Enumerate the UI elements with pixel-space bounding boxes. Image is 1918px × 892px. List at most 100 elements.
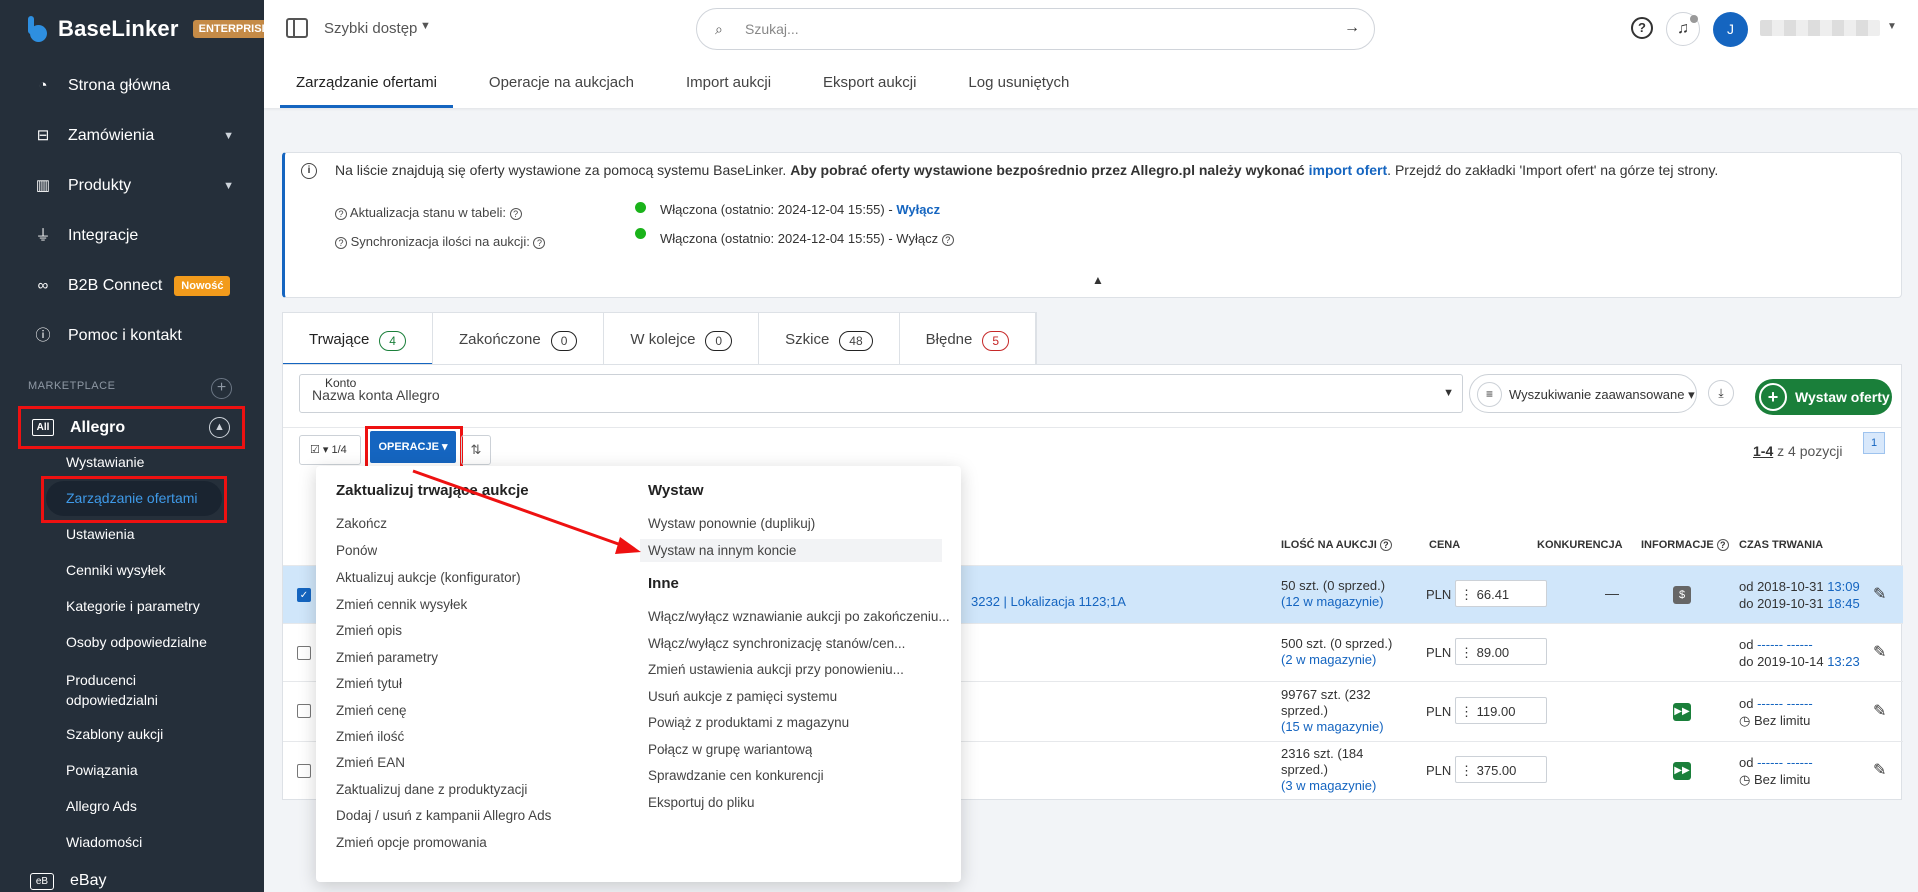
tab-auction-operations[interactable]: Operacje na aukcjach <box>473 74 650 108</box>
arrow-right-icon[interactable]: → <box>1344 19 1360 37</box>
price-input[interactable]: ⋮ 375.00 <box>1455 756 1547 783</box>
sidebar-subitem[interactable]: Wiadomości <box>66 834 142 850</box>
pager-range[interactable]: 1-4 <box>1753 443 1773 459</box>
chevron-down-icon[interactable]: ▼ <box>420 20 431 32</box>
sidebar-subitem[interactable]: Osoby odpowiedzialne <box>66 634 207 650</box>
menu-item[interactable]: Aktualizuj aukcje (konfigurator) <box>336 570 521 585</box>
row-checkbox[interactable] <box>297 646 311 660</box>
price-input[interactable]: ⋮ 89.00 <box>1455 638 1547 665</box>
sidebar-subitem-active[interactable]: Zarządzanie ofertami <box>46 481 222 516</box>
header-competition[interactable]: KONKURENCJA <box>1537 539 1623 551</box>
sidebar-toggle-icon[interactable] <box>286 18 308 38</box>
account-select[interactable]: Konto Nazwa konta Allegro ▼ <box>299 374 1463 413</box>
menu-item[interactable]: Włącz/wyłącz wznawianie aukcji po zakońc… <box>648 609 950 624</box>
import-link[interactable]: import ofert <box>1309 162 1388 178</box>
bell-icon[interactable]: ♫ <box>1666 12 1700 46</box>
location-link[interactable]: 3232 | Lokalizacja 1123;1A <box>971 594 1126 609</box>
menu-item[interactable]: Zmień tytuł <box>336 676 402 691</box>
tab-drafts[interactable]: Szkice 48 <box>759 313 900 365</box>
tab-errors[interactable]: Błędne 5 <box>900 313 1037 365</box>
tab-manage-offers[interactable]: Zarządzanie ofertami <box>280 74 453 108</box>
menu-item[interactable]: Usuń aukcje z pamięci systemu <box>648 689 837 704</box>
menu-item[interactable]: Zmień opis <box>336 623 402 638</box>
row-checkbox[interactable] <box>297 764 311 778</box>
sidebar-item-orders[interactable]: ⊟ Zamówienia ▼ <box>34 121 234 151</box>
tab-queue[interactable]: W kolejce 0 <box>604 313 760 365</box>
menu-item[interactable]: Dodaj / usuń z kampanii Allegro Ads <box>336 808 551 823</box>
logo[interactable]: BaseLinker ENTERPRISE <box>24 16 275 42</box>
sidebar-subitem[interactable]: Cenniki wysyłek <box>66 562 166 578</box>
help-icon[interactable]: ? <box>335 207 347 220</box>
edit-icon[interactable]: ✎ <box>1873 642 1886 662</box>
quick-access[interactable]: Szybki dostęp <box>324 20 417 37</box>
price-input[interactable]: ⋮ 66.41 <box>1455 580 1547 607</box>
menu-item[interactable]: Zmień cennik wysyłek <box>336 597 467 612</box>
sidebar-item-help[interactable]: ⓘ Pomoc i kontakt <box>34 321 234 351</box>
help-icon[interactable]: ? <box>941 233 954 246</box>
tab-export[interactable]: Eksport aukcji <box>807 74 932 108</box>
sort-icon[interactable]: ⇅ <box>461 435 491 465</box>
sidebar-subitem[interactable]: Powiązania <box>66 762 138 778</box>
menu-item[interactable]: Sprawdzanie cen konkurencji <box>648 768 824 783</box>
menu-item[interactable]: Zmień ilość <box>336 729 404 744</box>
search-input[interactable] <box>745 19 1305 39</box>
stock-link[interactable]: (3 w magazynie) <box>1281 778 1411 794</box>
stock-link[interactable]: (2 w magazynie) <box>1281 652 1411 668</box>
sidebar-subitem[interactable]: Allegro Ads <box>66 798 137 814</box>
avatar[interactable]: J <box>1713 12 1748 47</box>
menu-item[interactable]: Połącz w grupę wariantową <box>648 742 812 757</box>
help-icon[interactable]: ? <box>509 207 522 220</box>
chevron-up-icon[interactable]: ▲ <box>1092 273 1104 287</box>
menu-item-highlighted[interactable]: Wystaw na innym koncie <box>640 539 942 562</box>
menu-item[interactable]: Zaktualizuj dane z produktyzacji <box>336 782 527 797</box>
menu-item[interactable]: Eksportuj do pliku <box>648 795 755 810</box>
menu-item[interactable]: Zmień ustawienia aukcji przy ponowieniu.… <box>648 662 904 677</box>
sidebar-item-products[interactable]: ▥ Produkty ▼ <box>34 171 234 201</box>
advanced-search-button[interactable]: ≡ Wyszukiwanie zaawansowane ▾ <box>1469 374 1697 413</box>
menu-item[interactable]: Zmień opcje promowania <box>336 835 487 850</box>
sidebar-subitem[interactable]: Wystawianie <box>66 454 144 470</box>
row-checkbox[interactable]: ✓ <box>297 588 311 602</box>
row-checkbox[interactable] <box>297 704 311 718</box>
sidebar-subitem[interactable]: Kategorie i parametry <box>66 598 200 614</box>
price-input[interactable]: ⋮ 119.00 <box>1455 697 1547 724</box>
sidebar-item-ebay[interactable]: eB eBay <box>30 872 106 890</box>
sidebar-subitem[interactable]: Ustawienia <box>66 526 134 542</box>
sidebar-item-home[interactable]: ◔ Strona główna <box>34 71 234 101</box>
tab-deleted-log[interactable]: Log usuniętych <box>952 74 1085 108</box>
chevron-up-icon[interactable]: ▲ <box>209 417 230 438</box>
sidebar-subitem[interactable]: Szablony aukcji <box>66 726 163 742</box>
disable-link[interactable]: Wyłącz <box>896 202 940 217</box>
page-button[interactable]: 1 <box>1863 432 1885 454</box>
help-icon[interactable]: ? <box>1631 17 1653 39</box>
tab-finished[interactable]: Zakończone 0 <box>433 313 605 365</box>
sidebar-item-integrations[interactable]: ⏚ Integracje <box>34 221 234 251</box>
operations-button[interactable]: OPERACJE ▾ <box>370 431 456 463</box>
forward-icon[interactable]: ▶▶ <box>1673 703 1691 721</box>
sidebar-item-allegro[interactable]: All Allegro ▲ <box>18 406 245 449</box>
chevron-down-icon[interactable]: ▼ <box>1887 21 1897 32</box>
edit-icon[interactable]: ✎ <box>1873 584 1886 604</box>
dollar-icon[interactable]: $ <box>1673 586 1691 604</box>
tab-ongoing[interactable]: Trwające 4 <box>283 313 433 366</box>
list-offers-button[interactable]: + Wystaw oferty <box>1755 379 1892 415</box>
menu-item[interactable]: Ponów <box>336 543 377 558</box>
menu-item[interactable]: Włącz/wyłącz synchronizację stanów/cen..… <box>648 636 905 651</box>
menu-item[interactable]: Wystaw ponownie (duplikuj) <box>648 516 815 531</box>
edit-icon[interactable]: ✎ <box>1873 701 1886 721</box>
help-icon[interactable]: ? <box>335 236 347 249</box>
sidebar-item-b2b[interactable]: ∞ B2B Connect Nowość <box>34 271 234 301</box>
user-name-blurred[interactable] <box>1760 20 1880 36</box>
tab-import[interactable]: Import aukcji <box>670 74 787 108</box>
menu-item[interactable]: Zmień cenę <box>336 703 407 718</box>
stock-link[interactable]: (12 w magazynie) <box>1281 594 1411 610</box>
help-icon[interactable]: ? <box>533 236 546 249</box>
header-duration[interactable]: CZAS TRWANIA <box>1739 539 1823 551</box>
menu-item[interactable]: Zmień EAN <box>336 755 405 770</box>
edit-icon[interactable]: ✎ <box>1873 760 1886 780</box>
help-icon[interactable]: ? <box>1716 539 1729 552</box>
header-price[interactable]: CENA <box>1429 539 1460 551</box>
download-icon[interactable]: ⤓ <box>1708 380 1734 406</box>
selection-dropdown[interactable]: ☑ ▾ 1/4 <box>299 435 361 465</box>
menu-item[interactable]: Zakończ <box>336 516 387 531</box>
